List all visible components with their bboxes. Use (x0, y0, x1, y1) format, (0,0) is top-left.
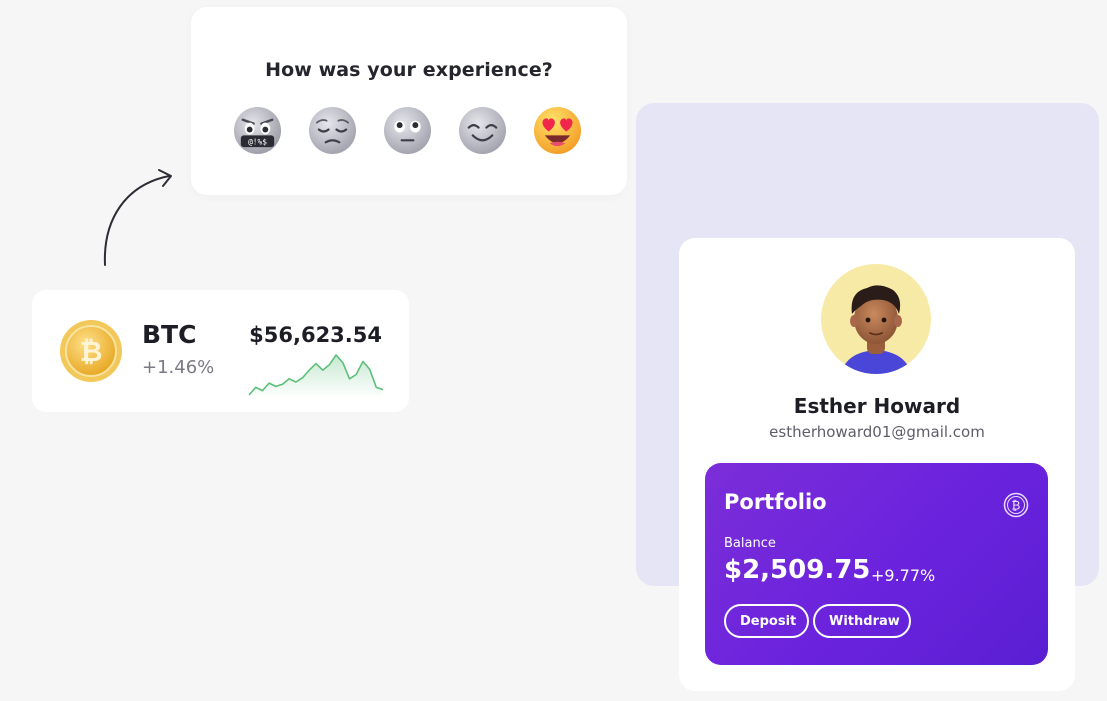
balance-value: $2,509.75 (724, 555, 871, 585)
emoji-rating-row: @!%$ (233, 106, 582, 155)
portfolio-card: Portfolio ₿ Balance $2,509.75 +9.77% Dep… (705, 463, 1048, 665)
neutral-face-icon[interactable] (383, 106, 432, 155)
swear-text: @!%$ (248, 138, 267, 147)
heart-eyes-face-icon[interactable] (533, 106, 582, 155)
btc-symbol: BTC (142, 320, 197, 349)
swearing-face-icon[interactable]: @!%$ (233, 106, 282, 155)
feedback-question: How was your experience? (265, 59, 553, 81)
portfolio-title: Portfolio (724, 490, 827, 514)
pensive-face-icon[interactable] (308, 106, 357, 155)
balance-change: +9.77% (871, 566, 936, 585)
btc-price: $56,623.54 (249, 323, 382, 347)
curved-arrow-icon (103, 169, 172, 266)
profile-name: Esther Howard (793, 394, 961, 418)
profile-email: estherhoward01@gmail.com (769, 423, 985, 441)
feedback-card: How was your experience? @!%$ (191, 7, 627, 195)
bitcoin-icon: ₿ (1003, 492, 1029, 518)
btc-ticker-card[interactable]: ₿ BTC +1.46% $56,623.54 (32, 290, 409, 412)
smiling-face-icon[interactable] (458, 106, 507, 155)
profile-card: Esther Howard estherhoward01@gmail.com P… (679, 238, 1075, 691)
deposit-button[interactable]: Deposit (724, 604, 809, 638)
bitcoin-coin-icon: ₿ (60, 320, 122, 382)
btc-change: +1.46% (142, 357, 215, 378)
svg-text:₿: ₿ (1012, 499, 1021, 513)
btc-sparkline-chart (248, 354, 384, 398)
avatar[interactable] (821, 264, 931, 374)
balance-label: Balance (724, 536, 776, 551)
svg-text:₿: ₿ (80, 335, 103, 368)
withdraw-button[interactable]: Withdraw (813, 604, 911, 638)
